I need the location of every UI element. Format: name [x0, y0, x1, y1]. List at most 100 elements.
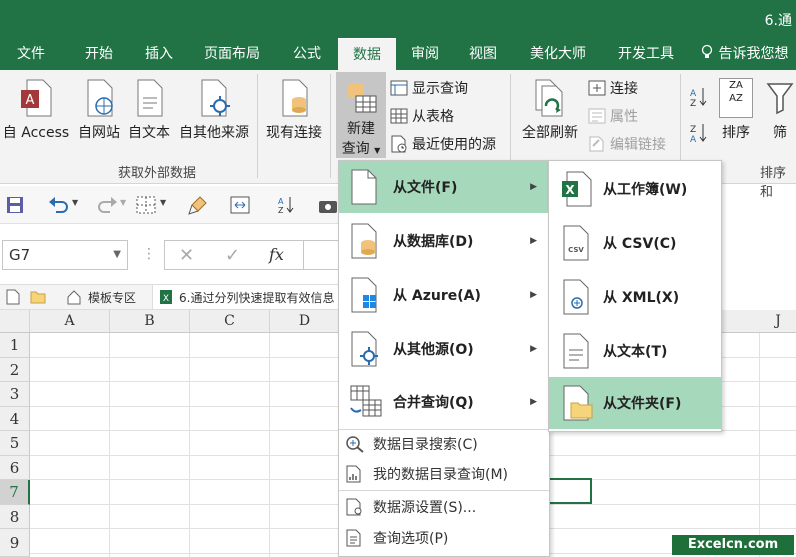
camera-icon[interactable]: [318, 196, 338, 214]
menu-item-query-options[interactable]: 查询选项(P): [339, 523, 549, 553]
from-text-button[interactable]: 自文本: [124, 78, 174, 142]
title-bar: 6.通: [0, 0, 796, 38]
tab-page-layout[interactable]: 页面布局: [190, 38, 274, 70]
tab-insert[interactable]: 插入: [132, 38, 186, 70]
existing-connections-label: 现有连接: [266, 125, 322, 141]
row-header[interactable]: 2: [0, 358, 30, 382]
show-query-label: 显示查询: [412, 81, 468, 97]
menu-item-data-catalog-search[interactable]: 数据目录搜索(C): [339, 429, 549, 459]
submenu-item-from-xml[interactable]: 从 XML(X): [549, 271, 721, 323]
border-icon[interactable]: [136, 196, 156, 214]
column-header[interactable]: B: [110, 310, 190, 333]
submenu-item-from-folder[interactable]: 从文件夹(F): [549, 377, 721, 429]
menu-item-data-source-settings[interactable]: 数据源设置(S)...: [339, 492, 549, 522]
from-table-button[interactable]: 从表格: [390, 106, 454, 126]
svg-text:Z: Z: [690, 125, 696, 135]
column-header[interactable]: A: [30, 310, 110, 333]
row-header[interactable]: 4: [0, 407, 30, 431]
submenu-item-from-csv[interactable]: CSV 从 CSV(C): [549, 217, 721, 269]
undo-icon[interactable]: [48, 196, 70, 214]
home-icon[interactable]: [66, 289, 82, 305]
new-query-button[interactable]: 新建 查询 ▼: [336, 72, 386, 158]
row-header[interactable]: 9: [0, 529, 30, 557]
row-header[interactable]: 8: [0, 505, 30, 529]
template-tab[interactable]: 模板专区: [88, 289, 136, 306]
insert-function-icon[interactable]: fx: [269, 245, 284, 264]
border-dropdown-icon[interactable]: ▼: [160, 198, 166, 207]
menu-item-from-file[interactable]: 从文件(F) ▶: [339, 161, 549, 213]
tab-review[interactable]: 审阅: [400, 38, 450, 70]
new-query-label-1: 新建: [347, 121, 375, 137]
tab-beautify[interactable]: 美化大师: [516, 38, 600, 70]
row-header-selected[interactable]: 7: [0, 480, 30, 505]
properties-icon: [588, 108, 606, 124]
tell-me[interactable]: 告诉我您想: [700, 38, 796, 70]
submenu-item-from-workbook[interactable]: X 从工作簿(W): [549, 163, 721, 215]
save-icon[interactable]: [6, 196, 24, 214]
tab-data[interactable]: 数据: [338, 38, 396, 70]
column-header[interactable]: C: [190, 310, 270, 333]
filter-button[interactable]: 筛: [764, 78, 796, 142]
chevron-down-icon[interactable]: ▼: [113, 241, 121, 269]
sort-button[interactable]: ZA AZ 排序: [714, 78, 758, 142]
submenu-item-from-text[interactable]: 从文本(T): [549, 325, 721, 377]
menu-item-label: 查询选项(P): [373, 531, 449, 547]
chevron-right-icon: ▶: [530, 182, 537, 192]
refresh-icon: [535, 79, 563, 117]
tab-developer[interactable]: 开发工具: [604, 38, 688, 70]
menu-item-from-azure[interactable]: 从 Azure(A) ▶: [339, 269, 549, 321]
menu-item-from-other-sources[interactable]: 从其他源(O) ▶: [339, 323, 549, 375]
catalog-search-icon: [346, 436, 364, 453]
site-watermark: Excelcn.com: [672, 535, 794, 555]
refresh-all-label: 全部刷新: [522, 125, 578, 141]
properties-button[interactable]: 属性: [588, 106, 638, 126]
cancel-icon[interactable]: ✕: [179, 245, 194, 266]
menu-item-label: 合并查询(Q): [393, 395, 474, 411]
edit-links-button[interactable]: 编辑链接: [588, 134, 666, 154]
format-painter-icon[interactable]: [188, 195, 208, 215]
existing-connections-button[interactable]: 现有连接: [262, 78, 326, 142]
undo-dropdown-icon[interactable]: ▼: [72, 198, 78, 207]
chevron-right-icon: ▶: [530, 290, 537, 300]
menu-item-combine-query[interactable]: 合并查询(Q) ▶: [339, 377, 549, 427]
excel-file-tab[interactable]: X 6.通过分列快速提取有效信息: [152, 285, 340, 309]
submenu-item-label: 从文件夹(F): [603, 396, 682, 412]
redo-dropdown-icon[interactable]: ▼: [120, 198, 126, 207]
sort-za-button[interactable]: ZA: [688, 122, 708, 144]
menu-item-from-database[interactable]: 从数据库(D) ▶: [339, 215, 549, 267]
tab-formulas[interactable]: 公式: [280, 38, 334, 70]
column-header[interactable]: J: [760, 310, 796, 333]
column-header[interactable]: D: [270, 310, 340, 333]
tab-file[interactable]: 文件: [0, 38, 62, 70]
gridline: [189, 333, 190, 557]
menu-item-label: 数据源设置(S)...: [373, 500, 477, 516]
select-all-corner[interactable]: [0, 310, 30, 333]
from-other-sources-button[interactable]: 自其他来源: [174, 78, 254, 142]
row-header[interactable]: 1: [0, 333, 30, 358]
recent-sources-button[interactable]: 最近使用的源: [390, 134, 496, 154]
menu-item-my-data-catalog[interactable]: 我的数据目录查询(M): [339, 459, 549, 489]
enter-icon[interactable]: ✓: [225, 245, 240, 266]
from-web-button[interactable]: 自网站: [74, 78, 124, 142]
tab-home[interactable]: 开始: [70, 38, 128, 70]
connections-button[interactable]: 连接: [588, 78, 638, 98]
sort-az-button[interactable]: AZ: [688, 86, 708, 108]
from-access-button[interactable]: A 自 Access: [0, 78, 72, 142]
tab-view[interactable]: 视图: [456, 38, 510, 70]
from-file-submenu: X 从工作簿(W) CSV 从 CSV(C) 从 XML(X) 从文本(T) 从…: [548, 160, 722, 432]
other-source-icon: [201, 79, 230, 117]
row-header[interactable]: 3: [0, 382, 30, 407]
sort-descending-icon: ZA: [690, 124, 707, 144]
name-box[interactable]: G7 ▼: [2, 240, 128, 270]
catalog-query-icon: [346, 465, 361, 483]
row-header[interactable]: 5: [0, 431, 30, 456]
redo-icon[interactable]: [96, 196, 118, 214]
folder-icon[interactable]: [30, 290, 46, 304]
sort-small-icon[interactable]: AZ: [276, 195, 296, 215]
row-header[interactable]: 6: [0, 456, 30, 480]
show-query-button[interactable]: 显示查询: [390, 78, 468, 98]
merge-icon[interactable]: [230, 196, 250, 214]
svg-text:A: A: [26, 93, 35, 108]
refresh-all-button[interactable]: 全部刷新: [516, 78, 584, 142]
new-file-icon[interactable]: [6, 289, 20, 305]
